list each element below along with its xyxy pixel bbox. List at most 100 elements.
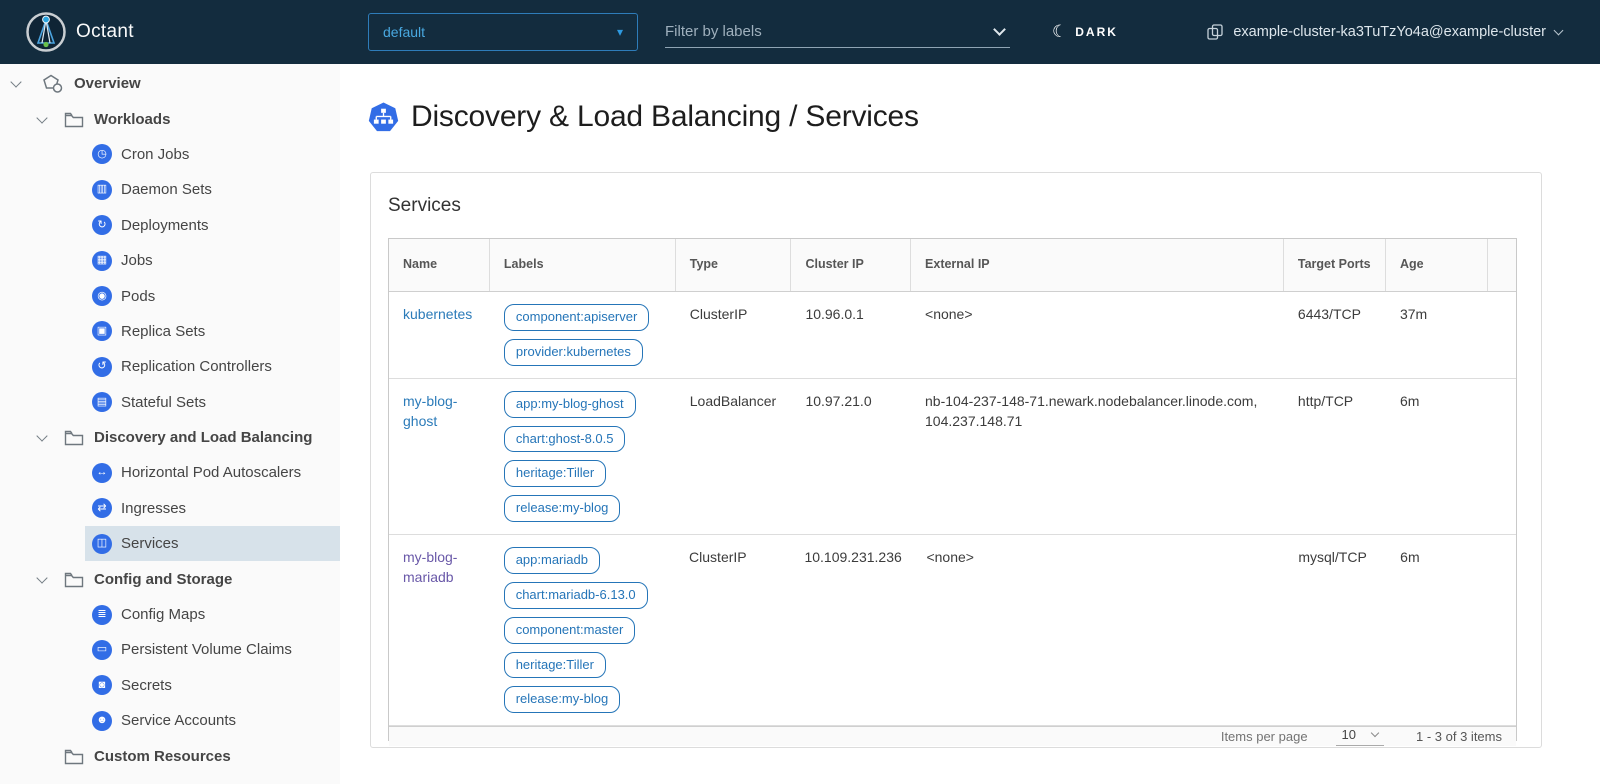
- main-content: Discovery & Load Balancing / Services Se…: [340, 64, 1600, 784]
- persistent-volume-claims-icon: ▭: [92, 640, 112, 660]
- sidebar-item-label: Jobs: [121, 252, 153, 269]
- chevron-down-icon: [1371, 729, 1379, 737]
- sidebar-item-label: Cron Jobs: [121, 146, 189, 163]
- horizontal-pod-autoscalers-icon: ↔: [92, 463, 112, 483]
- sidebar-nav: Overview Workloads ◷ Cron Jobs ▥ Daemon …: [0, 64, 340, 784]
- page-title-block: Discovery & Load Balancing / Services: [368, 100, 919, 134]
- sidebar-group-label: Custom Resources: [94, 748, 231, 765]
- sidebar-item-services[interactable]: ◫ Services: [0, 526, 340, 561]
- cluster-ip: 10.109.231.236: [790, 535, 912, 725]
- sidebar-group-workloads[interactable]: Workloads: [0, 101, 340, 136]
- column-header-cluster-ip: Cluster IP: [791, 239, 911, 291]
- label-pill[interactable]: release:my-blog: [504, 686, 621, 713]
- sidebar-item-label: Service Accounts: [121, 712, 236, 729]
- sidebar-item-deployments[interactable]: ↻ Deployments: [0, 208, 340, 243]
- brand: Octant: [26, 12, 134, 52]
- sidebar-item-replication-controllers[interactable]: ↺ Replication Controllers: [0, 349, 340, 384]
- items-per-page-select[interactable]: 10: [1336, 727, 1384, 746]
- sidebar-group-label: Workloads: [94, 111, 170, 128]
- services-card: Services Name Labels Type Cluster IP Ext…: [370, 172, 1542, 748]
- items-per-page-label: Items per page: [1221, 729, 1308, 744]
- sidebar-item-overview[interactable]: Overview: [0, 66, 340, 101]
- sidebar-item-label: Overview: [74, 75, 141, 92]
- pagination-range: 1 - 3 of 3 items: [1416, 729, 1502, 744]
- sidebar-item-jobs[interactable]: ▦ Jobs: [0, 243, 340, 278]
- pods-icon: ◉: [92, 286, 112, 306]
- sidebar-item-label: Horizontal Pod Autoscalers: [121, 464, 301, 481]
- ingresses-icon: ⇄: [92, 498, 112, 518]
- label-pill[interactable]: component:master: [504, 617, 636, 644]
- sidebar-item-pods[interactable]: ◉ Pods: [0, 278, 340, 313]
- sidebar-group-label: Config and Storage: [94, 571, 232, 588]
- top-bar: Octant default ▾ Filter by labels ☾ DARK…: [0, 0, 1600, 64]
- sidebar-item-replica-sets[interactable]: ▣ Replica Sets: [0, 314, 340, 349]
- external-ip: <none>: [911, 292, 1284, 378]
- label-pill[interactable]: chart:ghost-8.0.5: [504, 426, 626, 453]
- service-type: ClusterIP: [675, 535, 790, 725]
- replication-controllers-icon: ↺: [92, 357, 112, 377]
- namespace-select[interactable]: default ▾: [368, 13, 638, 51]
- filter-by-labels-input[interactable]: Filter by labels: [665, 16, 1010, 48]
- services-icon: ◫: [92, 534, 112, 554]
- sidebar-item-service-accounts[interactable]: ☻ Service Accounts: [0, 703, 340, 738]
- dark-theme-toggle[interactable]: ☾ DARK: [1052, 0, 1118, 64]
- sidebar-item-label: Replication Controllers: [121, 358, 272, 375]
- service-link-my-blog-mariadb[interactable]: my-blog-mariadb: [403, 549, 457, 585]
- sidebar-item-label: Persistent Volume Claims: [121, 641, 292, 658]
- cluster-context-icon: [1206, 23, 1224, 41]
- sidebar-item-daemon-sets[interactable]: ▥ Daemon Sets: [0, 172, 340, 207]
- namespace-value: default: [383, 24, 617, 40]
- table-row: my-blog-mariadb app:mariadb chart:mariad…: [389, 535, 1516, 726]
- sidebar-group-label: Discovery and Load Balancing: [94, 429, 312, 446]
- sidebar-item-label: Replica Sets: [121, 323, 205, 340]
- label-pill[interactable]: chart:mariadb-6.13.0: [504, 582, 648, 609]
- sidebar-item-label: Secrets: [121, 677, 172, 694]
- label-pill[interactable]: app:my-blog-ghost: [504, 391, 636, 418]
- column-header-external-ip: External IP: [911, 239, 1284, 291]
- sidebar-group-custom-resources[interactable]: Custom Resources: [0, 738, 340, 773]
- label-pill[interactable]: heritage:Tiller: [504, 460, 606, 487]
- filter-chevron-down-icon: [993, 23, 1006, 36]
- age: 6m: [1386, 535, 1488, 725]
- overview-objects-icon: [42, 73, 64, 95]
- sidebar-item-horizontal-pod-autoscalers[interactable]: ↔ Horizontal Pod Autoscalers: [0, 455, 340, 490]
- sidebar-item-label: Daemon Sets: [121, 181, 212, 198]
- folder-icon: [64, 748, 84, 765]
- column-header-spacer: [1488, 239, 1516, 291]
- sidebar-item-ingresses[interactable]: ⇄ Ingresses: [0, 491, 340, 526]
- sidebar-item-label: Ingresses: [121, 500, 186, 517]
- chevron-down-icon: [36, 572, 47, 583]
- sidebar-item-secrets[interactable]: ◙ Secrets: [0, 668, 340, 703]
- sidebar-item-label: Stateful Sets: [121, 394, 206, 411]
- folder-icon: [64, 111, 84, 128]
- label-pill[interactable]: release:my-blog: [504, 495, 621, 522]
- chevron-down-icon: [36, 430, 47, 441]
- cluster-context-switcher[interactable]: example-cluster-ka3TuTzYo4a@example-clus…: [1206, 0, 1562, 64]
- daemon-sets-icon: ▥: [92, 180, 112, 200]
- table-pagination-footer: Items per page 10 1 - 3 of 3 items: [389, 726, 1516, 746]
- sidebar-item-persistent-volume-claims[interactable]: ▭ Persistent Volume Claims: [0, 632, 340, 667]
- label-pill[interactable]: app:mariadb: [504, 547, 600, 574]
- label-pill[interactable]: component:apiserver: [504, 304, 649, 331]
- service-link-kubernetes[interactable]: kubernetes: [403, 306, 472, 322]
- deployments-icon: ↻: [92, 215, 112, 235]
- label-pill[interactable]: provider:kubernetes: [504, 339, 643, 366]
- label-pill[interactable]: heritage:Tiller: [504, 652, 606, 679]
- chevron-down-icon: [10, 77, 21, 88]
- cluster-ip: 10.97.21.0: [791, 379, 911, 534]
- sidebar-item-cron-jobs[interactable]: ◷ Cron Jobs: [0, 137, 340, 172]
- sidebar-group-discovery-and-load-balancing[interactable]: Discovery and Load Balancing: [0, 420, 340, 455]
- service-link-my-blog-ghost[interactable]: my-blog-ghost: [403, 393, 457, 429]
- card-title: Services: [388, 195, 1541, 217]
- service-accounts-icon: ☻: [92, 711, 112, 731]
- sidebar-group-config-and-storage[interactable]: Config and Storage: [0, 561, 340, 596]
- cron-jobs-icon: ◷: [92, 144, 112, 164]
- octant-app: Octant default ▾ Filter by labels ☾ DARK…: [0, 0, 1600, 784]
- sidebar-item-config-maps[interactable]: ≣ Config Maps: [0, 597, 340, 632]
- secrets-icon: ◙: [92, 675, 112, 695]
- config-maps-icon: ≣: [92, 605, 112, 625]
- stateful-sets-icon: ▤: [92, 392, 112, 412]
- sidebar-item-stateful-sets[interactable]: ▤ Stateful Sets: [0, 385, 340, 420]
- cluster-ip: 10.96.0.1: [791, 292, 911, 378]
- service-type: ClusterIP: [676, 292, 792, 378]
